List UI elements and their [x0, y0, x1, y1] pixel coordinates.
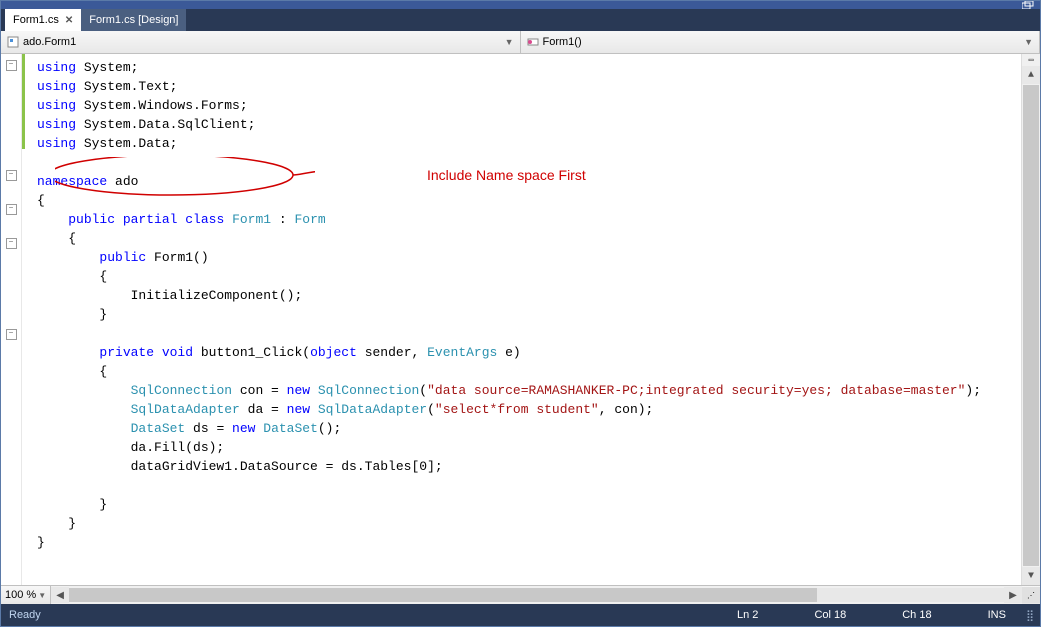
- horizontal-scrollbar[interactable]: ◀ ▶: [51, 586, 1022, 604]
- scroll-up-icon[interactable]: ▲: [1022, 66, 1040, 84]
- tab-label: Form1.cs: [13, 14, 59, 26]
- zoom-selector[interactable]: 100 % ▼: [1, 586, 51, 604]
- status-ins: INS: [988, 609, 1006, 621]
- status-ready: Ready: [9, 609, 41, 621]
- status-line: Ln 2: [737, 609, 758, 621]
- status-col: Col 18: [814, 609, 846, 621]
- editor-footer: 100 % ▼ ◀ ▶ ⋰: [1, 585, 1040, 604]
- scroll-thumb[interactable]: [69, 588, 817, 602]
- collapse-toggle[interactable]: −: [6, 170, 17, 181]
- scroll-left-icon[interactable]: ◀: [51, 587, 69, 603]
- tab-form1-cs[interactable]: Form1.cs ✕: [5, 9, 81, 31]
- status-position: Ln 2 Col 18 Ch 18 INS: [737, 609, 1006, 621]
- resize-grip-icon[interactable]: ⣿: [1026, 609, 1032, 622]
- document-tabs: Form1.cs ✕ Form1.cs [Design]: [1, 9, 1040, 31]
- restore-icon[interactable]: [1022, 1, 1034, 9]
- method-icon: [527, 36, 539, 48]
- collapse-toggle[interactable]: −: [6, 238, 17, 249]
- chevron-down-icon: ▼: [1024, 37, 1033, 47]
- title-strip: [1, 1, 1040, 9]
- scroll-down-icon[interactable]: ▼: [1022, 567, 1040, 585]
- tab-label: Form1.cs [Design]: [89, 14, 178, 26]
- collapse-toggle[interactable]: −: [6, 60, 17, 71]
- code-editor[interactable]: using System; using System.Text; using S…: [27, 54, 1021, 585]
- close-icon[interactable]: ✕: [65, 15, 73, 26]
- code-content[interactable]: using System; using System.Text; using S…: [27, 54, 1021, 556]
- scroll-track[interactable]: [69, 588, 1004, 602]
- scroll-corner: ⋰: [1022, 587, 1040, 603]
- chevron-down-icon: ▼: [38, 591, 46, 600]
- collapse-toggle[interactable]: −: [6, 204, 17, 215]
- status-bar: Ready Ln 2 Col 18 Ch 18 INS ⣿: [1, 604, 1040, 626]
- outline-gutter: − − − − −: [1, 54, 22, 585]
- app-window: Form1.cs ✕ Form1.cs [Design] ado.Form1 ▼…: [0, 0, 1041, 627]
- tab-form1-design[interactable]: Form1.cs [Design]: [81, 9, 186, 31]
- class-dropdown[interactable]: ado.Form1 ▼: [1, 31, 521, 53]
- editor-pane: − − − − − using System; using System.Tex…: [1, 54, 1040, 585]
- status-ch: Ch 18: [902, 609, 931, 621]
- class-dropdown-label: ado.Form1: [23, 36, 76, 48]
- zoom-label: 100 %: [5, 589, 36, 601]
- chevron-down-icon: ▼: [505, 37, 514, 47]
- member-dropdown-label: Form1(): [543, 36, 582, 48]
- scroll-right-icon[interactable]: ▶: [1004, 587, 1022, 603]
- scroll-thumb[interactable]: [1023, 85, 1039, 566]
- vertical-scrollbar[interactable]: ▭ ▲ ▼: [1021, 54, 1040, 585]
- class-icon: [7, 36, 19, 48]
- navigation-bar: ado.Form1 ▼ Form1() ▼: [1, 31, 1040, 54]
- collapse-toggle[interactable]: −: [6, 329, 17, 340]
- split-icon[interactable]: ▭: [1022, 54, 1040, 66]
- member-dropdown[interactable]: Form1() ▼: [521, 31, 1041, 53]
